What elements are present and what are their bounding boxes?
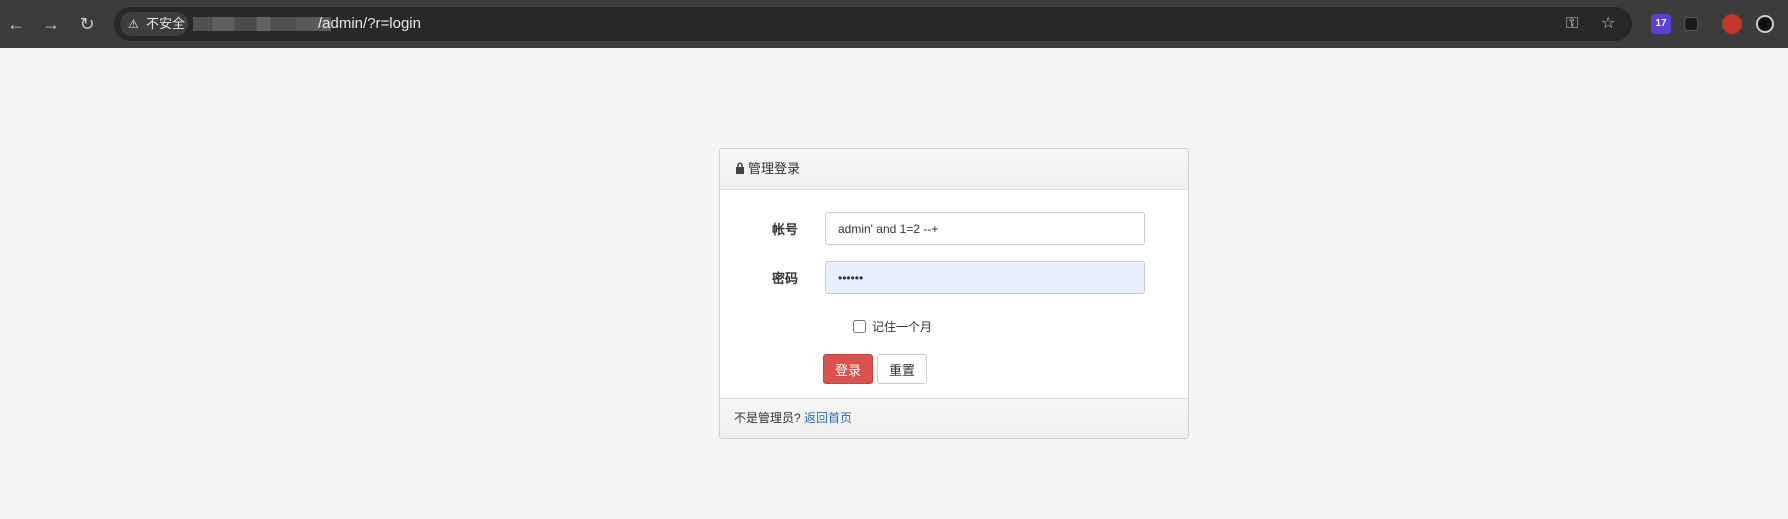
- remember-label: 记住一个月: [872, 320, 933, 334]
- bookmark-star-icon[interactable]: ☆: [1601, 14, 1615, 34]
- remember-checkbox[interactable]: [853, 320, 866, 333]
- reset-button[interactable]: 重置: [877, 354, 927, 384]
- footer-text: 不是管理员?: [734, 411, 801, 425]
- remember-me: 记住一个月: [853, 318, 932, 335]
- panel-title: 管理登录: [748, 161, 801, 176]
- extension-icon-2[interactable]: [1722, 14, 1742, 34]
- password-label: 密码: [772, 271, 799, 286]
- address-bar[interactable]: ⚠ 不安全 /admin/?r=login ⚿ ☆: [114, 7, 1632, 41]
- back-home-link[interactable]: 返回首页: [804, 411, 852, 425]
- lock-icon: [736, 162, 744, 174]
- security-label: 不安全: [146, 16, 186, 31]
- back-arrow-icon[interactable]: ←: [4, 12, 28, 36]
- browser-toolbar: ← → ↻ ⚠ 不安全 /admin/?r=login ⚿ ☆ 17: [0, 0, 1788, 48]
- extension-badge: 17: [1655, 18, 1667, 29]
- password-input[interactable]: [825, 261, 1145, 294]
- calendar-extension-icon[interactable]: 17: [1651, 14, 1671, 34]
- username-label: 帐号: [772, 222, 799, 237]
- redacted-host: [193, 17, 331, 31]
- warning-triangle-icon: ⚠: [128, 17, 139, 31]
- reload-icon[interactable]: ↻: [75, 12, 99, 36]
- forward-arrow-icon[interactable]: →: [39, 12, 63, 36]
- profile-avatar[interactable]: [1756, 15, 1774, 33]
- extension-icon[interactable]: [1684, 17, 1698, 31]
- login-panel: 管理登录 帐号 密码 记住一个月 登录 重置 不是管理员? 返回首页: [719, 148, 1189, 439]
- login-button[interactable]: 登录: [823, 354, 873, 384]
- username-input[interactable]: [825, 212, 1145, 245]
- panel-heading: 管理登录: [720, 149, 1188, 190]
- url-path[interactable]: /admin/?r=login: [318, 14, 421, 34]
- password-key-icon[interactable]: ⚿: [1566, 14, 1578, 34]
- panel-footer: 不是管理员? 返回首页: [720, 398, 1188, 438]
- security-indicator[interactable]: ⚠ 不安全: [120, 12, 188, 36]
